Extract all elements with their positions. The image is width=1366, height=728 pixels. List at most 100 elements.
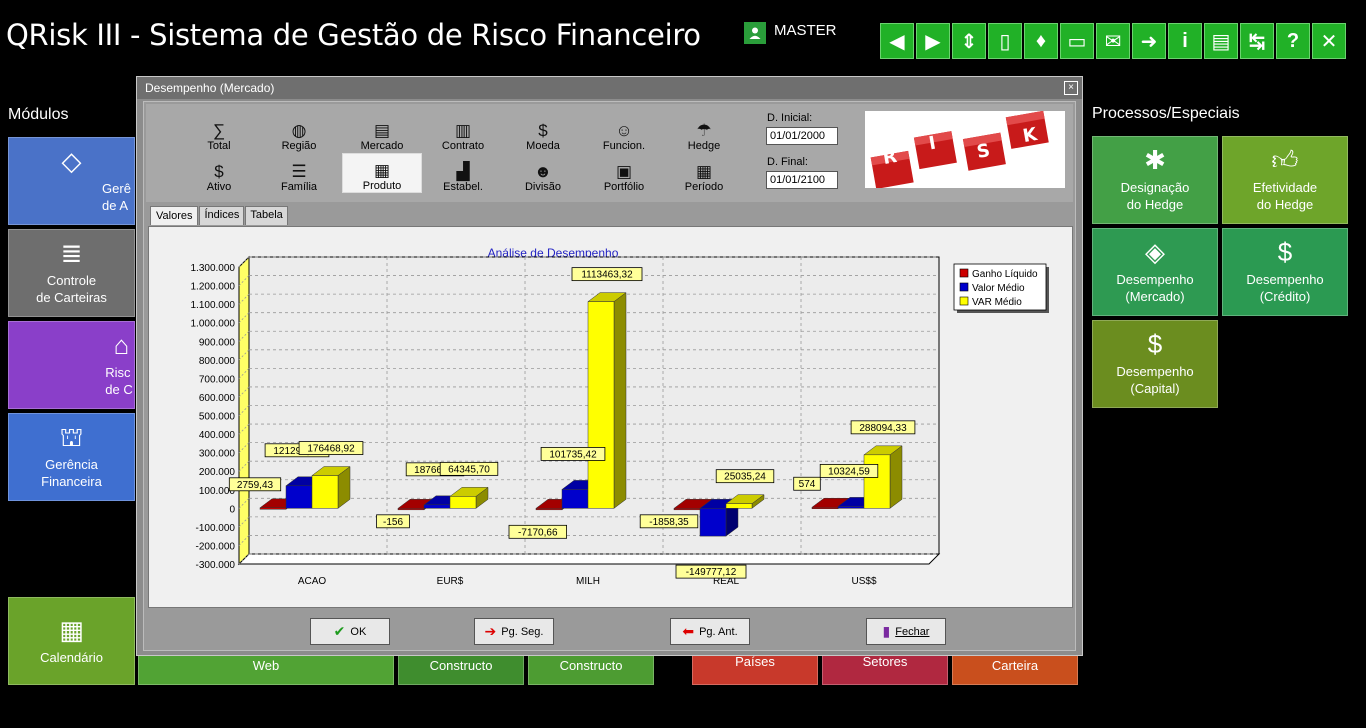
tool-região[interactable]: ◍ Região: [259, 112, 339, 153]
tile-desempenho-capital[interactable]: $ Desempenho (Capital): [1092, 320, 1218, 408]
prev-page-button[interactable]: ⬅ Pg. Ant.: [670, 618, 750, 645]
exchange-icon[interactable]: ↹: [1240, 23, 1274, 59]
date-start-input[interactable]: [766, 127, 838, 145]
tile-desempenho-credito[interactable]: $ Desempenho (Crédito): [1222, 228, 1348, 316]
tool-label: Moeda: [526, 140, 560, 152]
screen-icon[interactable]: ▭: [1060, 23, 1094, 59]
chart-panel: Análise de Desempenho 1.300.000 1.200.000 1…: [148, 226, 1073, 608]
tool-período[interactable]: ▦ Período: [664, 153, 744, 194]
svg-text:-149777,12: -149777,12: [686, 567, 737, 578]
door-exit-icon: ▮: [882, 623, 891, 639]
data-label: -7170,66: [508, 524, 567, 539]
svg-text:574: 574: [799, 479, 816, 490]
tile-controle-carteiras[interactable]: ≣ Controle de Carteiras: [8, 229, 135, 317]
tile-setores[interactable]: Setores: [822, 652, 948, 685]
tool-label: Ativo: [206, 181, 232, 193]
data-label: -1858,35: [639, 514, 699, 529]
app-title: QRisk III - Sistema de Gestão de Risco F…: [6, 18, 701, 52]
tool-ativo[interactable]: $ Ativo: [179, 153, 259, 194]
tile-gerencia-financeira[interactable]: ⛫ Gerência Financeira: [8, 413, 135, 501]
forward-icon[interactable]: ➜: [1132, 23, 1166, 59]
legend-swatch: [959, 268, 969, 278]
diamond-icon: ◇: [61, 146, 82, 176]
y-tick-label: 300.000: [199, 449, 236, 460]
portfólio-icon: ▣: [615, 162, 633, 181]
card-dollar-icon: $: [1277, 237, 1293, 267]
risk-letter: R: [881, 145, 899, 170]
data-label: 176468,92: [298, 441, 364, 455]
hedge-icon: ☂: [696, 121, 712, 140]
tile-risco-credito[interactable]: ⌂ Risc de C: [8, 321, 135, 409]
tile-gerencia-ativos[interactable]: ◇ Gerê de A: [8, 137, 135, 225]
tool-divisão[interactable]: ☻ Divisão: [503, 153, 583, 194]
tile-label: Desempenho (Capital): [1116, 364, 1194, 396]
tile-label: Desempenho (Mercado): [1116, 272, 1194, 304]
bar-acao-2: [311, 466, 351, 509]
tab-valores[interactable]: Valores: [150, 206, 199, 225]
info-icon[interactable]: i: [1168, 23, 1202, 59]
next-icon[interactable]: ▶: [916, 23, 950, 59]
document-icon[interactable]: ▤: [1204, 23, 1238, 59]
tile-label: Desempenho (Crédito): [1246, 272, 1324, 304]
tool-label: Hedge: [687, 140, 721, 152]
tile-constructo-1[interactable]: Constructo: [398, 652, 524, 685]
mail-icon[interactable]: ✉: [1096, 23, 1130, 59]
bar-milh-2: [587, 292, 627, 509]
ok-button[interactable]: ✔ OK: [310, 618, 390, 645]
tool-funcion[interactable]: ☺ Funcion.: [584, 112, 664, 153]
tab-indices[interactable]: Índices: [199, 206, 245, 225]
data-label: 1113463,32: [571, 267, 643, 282]
tool-label: Família: [280, 181, 318, 193]
tool-moeda[interactable]: $ Moeda: [503, 112, 583, 153]
next-page-button[interactable]: ➔ Pg. Seg.: [474, 618, 554, 645]
risk-letters: RISK: [865, 111, 1065, 188]
tile-carteira[interactable]: Carteira: [952, 652, 1078, 685]
tile-constructo-2[interactable]: Constructo: [528, 652, 654, 685]
exit-icon[interactable]: ✕: [1312, 23, 1346, 59]
legend-label: VAR Médio: [972, 297, 1022, 308]
x-tick-label: ACAO: [298, 576, 327, 587]
top-toolbar: ◀ ▶ ⇕ ▯ ♦ ▭ ✉ ➜ i ▤ ↹? ✕: [880, 23, 1346, 59]
paint-icon[interactable]: ♦: [1024, 23, 1058, 59]
tab-tabela[interactable]: Tabela: [245, 206, 288, 225]
tool-produto[interactable]: ▦ Produto: [342, 153, 422, 193]
tile-web[interactable]: Web: [138, 652, 394, 685]
mercado-icon: ▤: [373, 121, 391, 140]
close-button[interactable]: ▮ Fechar: [866, 618, 946, 645]
tile-label: Constructo: [429, 658, 493, 673]
bank-icon: ⛫: [59, 422, 84, 452]
y-tick-label: 600.000: [199, 393, 236, 404]
tile-efetividade-hedge[interactable]: 👍︎ Efetividade do Hedge: [1222, 136, 1348, 224]
check-icon: ✔: [333, 623, 346, 639]
tile-label: Efetividade do Hedge: [1252, 180, 1318, 212]
y-tick-label: 1.100.000: [191, 300, 236, 311]
tile-designacao-hedge[interactable]: ✱ Designação do Hedge: [1092, 136, 1218, 224]
tool-label: Produto: [362, 180, 402, 192]
svg-text:2759,43: 2759,43: [237, 480, 274, 491]
y-tick-label: 400.000: [199, 430, 236, 441]
tile-paises[interactable]: Países: [692, 652, 818, 685]
help-icon[interactable]: ?: [1276, 23, 1310, 59]
tile-label: Gerência Financeira: [41, 457, 102, 489]
window-icon[interactable]: ▯: [988, 23, 1022, 59]
y-tick-label: -300.000: [196, 560, 236, 571]
date-end-input[interactable]: [766, 171, 838, 189]
tool-estabel[interactable]: ▟ Estabel.: [423, 153, 503, 194]
tile-label: Risc de C: [105, 365, 133, 397]
expand-icon[interactable]: ⇕: [952, 23, 986, 59]
tool-label: Funcion.: [602, 140, 646, 152]
prev-icon[interactable]: ◀: [880, 23, 914, 59]
tool-família[interactable]: ☰ Família: [259, 153, 339, 194]
tile-calendario[interactable]: ▦ Calendário: [8, 597, 135, 685]
date-end-label: D. Final:: [767, 156, 808, 168]
tool-label: Divisão: [524, 181, 562, 193]
tile-desempenho-mercado[interactable]: ◈ Desempenho (Mercado): [1092, 228, 1218, 316]
estabel-icon: ▟: [456, 162, 470, 181]
tool-portfólio[interactable]: ▣ Portfólio: [584, 153, 664, 194]
tool-mercado[interactable]: ▤ Mercado: [342, 112, 422, 153]
tool-hedge[interactable]: ☂ Hedge: [664, 112, 744, 153]
tool-contrato[interactable]: ▥ Contrato: [423, 112, 503, 153]
dialog-close-button[interactable]: ×: [1064, 81, 1078, 95]
tool-total[interactable]: ∑ Total: [179, 112, 259, 153]
total-icon: ∑: [212, 121, 226, 140]
